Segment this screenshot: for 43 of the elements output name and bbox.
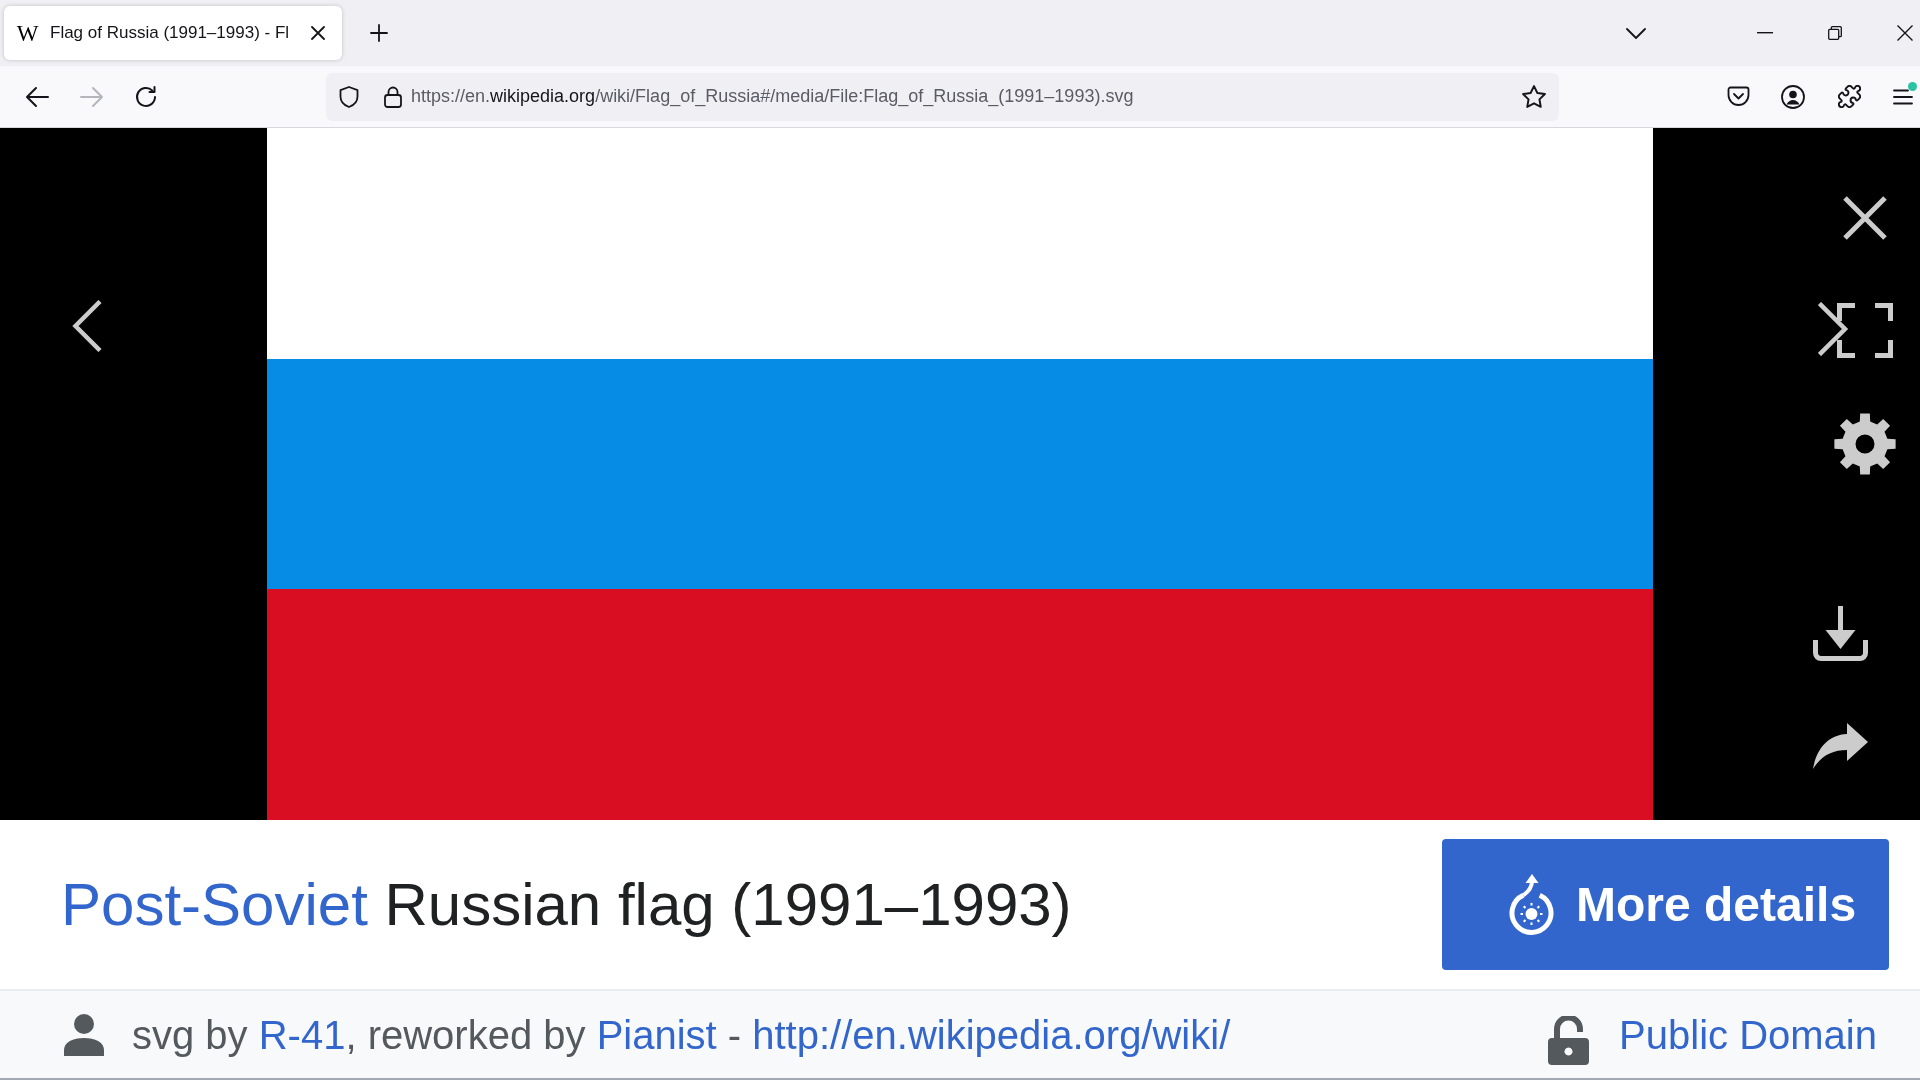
person-circle-icon: [1781, 84, 1805, 109]
more-details-button[interactable]: More details: [1442, 839, 1889, 970]
right-arrow-icon: [80, 85, 104, 108]
download-icon: [1813, 606, 1868, 661]
circular-arrow-icon: [134, 84, 158, 109]
puzzle-piece-icon: [1837, 85, 1861, 108]
person-icon: [64, 1013, 104, 1056]
bookmark-button[interactable]: [1520, 82, 1548, 111]
curved-arrow-icon: [1813, 723, 1868, 769]
chevron-down-icon: [1626, 27, 1646, 39]
left-arrow-icon: [25, 85, 49, 108]
download-button[interactable]: [1813, 606, 1868, 661]
browser-tab[interactable]: W Flag of Russia (1991–1993) - Fl: [4, 6, 342, 60]
favicon: W: [15, 20, 40, 46]
close-icon: [1843, 196, 1887, 240]
chevron-left-icon: [72, 300, 102, 352]
settings-button[interactable]: [1834, 413, 1896, 475]
settings-icon: [1834, 413, 1896, 475]
next-button[interactable]: [1818, 302, 1849, 356]
circle-arrow-icon: [1509, 874, 1554, 935]
menu-icon: [1893, 88, 1913, 105]
star-icon: [1522, 85, 1546, 108]
chevron-right-icon: [1818, 302, 1849, 356]
fullscreen-icon: [1837, 303, 1893, 358]
restore-icon: [1828, 26, 1842, 40]
license-link[interactable]: Public Domain: [1619, 1014, 1877, 1055]
attribution-link[interactable]: R-41: [258, 1012, 346, 1057]
plus-icon: [370, 24, 388, 42]
chevron-shield-icon: [1726, 86, 1750, 107]
minimize-icon: [1757, 32, 1773, 34]
attribution-link[interactable]: Pianist: [596, 1012, 717, 1057]
close-icon: [1897, 25, 1913, 41]
previous-button[interactable]: [72, 300, 102, 352]
fullscreen-button[interactable]: [1837, 303, 1893, 358]
shield-icon[interactable]: [339, 85, 359, 108]
url-text[interactable]: https://en.wikipedia.org/wiki/Flag_of_Russia#/media/File:Flag_of_Russia_(1991–1993).svg: [411, 83, 1134, 110]
attribution-link[interactable]: http://en.wikipedia.org/wiki/: [752, 1012, 1231, 1057]
share-button[interactable]: [1813, 723, 1868, 769]
attribution-text: svg by R-41, reworked by Pianist - http://en.wikipedia.org/wiki/: [132, 1014, 1231, 1055]
close-icon: [311, 26, 325, 40]
close-viewer-button[interactable]: [1843, 196, 1887, 240]
lock-icon[interactable]: [384, 85, 402, 108]
open-lock-icon: [1548, 1016, 1590, 1065]
